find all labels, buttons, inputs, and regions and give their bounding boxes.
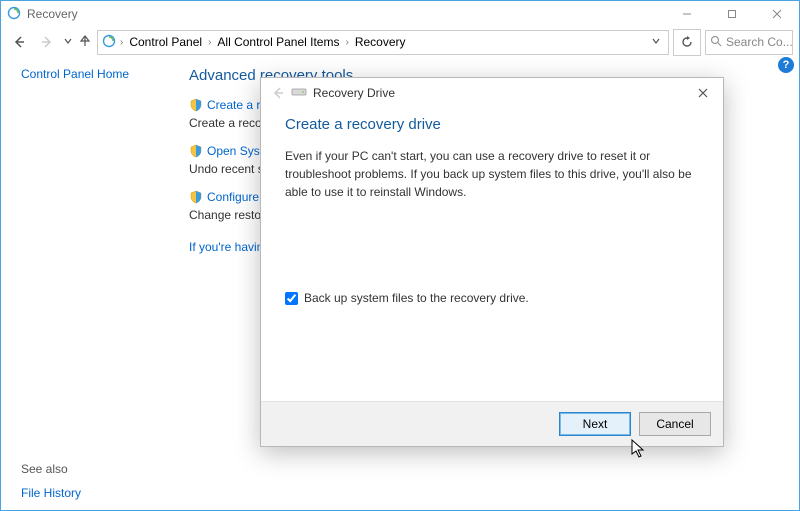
recent-dropdown[interactable]	[63, 35, 73, 49]
window-frame: Recovery	[0, 0, 800, 511]
address-dropdown[interactable]	[648, 37, 664, 48]
breadcrumb[interactable]: All Control Panel Items	[215, 35, 341, 49]
search-placeholder: Search Co...	[726, 35, 793, 49]
dialog-body: Create a recovery drive Even if your PC …	[261, 108, 723, 401]
dialog-header: Recovery Drive	[261, 78, 723, 108]
back-button[interactable]	[7, 30, 31, 54]
backup-checkbox[interactable]	[285, 292, 298, 305]
chevron-right-icon: ›	[343, 37, 350, 48]
see-also-label: See also	[21, 462, 163, 476]
address-icon	[102, 34, 116, 51]
search-icon	[710, 35, 722, 50]
see-also: See also File History	[21, 462, 163, 500]
app-icon	[7, 6, 21, 23]
cancel-button-label: Cancel	[656, 417, 693, 431]
dialog-footer: Next Cancel	[261, 401, 723, 446]
search-input[interactable]: Search Co...	[705, 30, 793, 55]
close-window-button[interactable]	[754, 1, 799, 27]
drive-icon	[291, 86, 307, 101]
left-pane: Control Panel Home See also File History	[1, 57, 169, 510]
cancel-button[interactable]: Cancel	[639, 412, 711, 436]
dialog-back-button[interactable]	[267, 82, 289, 104]
maximize-button[interactable]	[709, 1, 754, 27]
shield-icon	[189, 144, 203, 158]
shield-icon	[189, 190, 203, 204]
address-bar[interactable]: › Control Panel › All Control Panel Item…	[97, 30, 669, 55]
next-button[interactable]: Next	[559, 412, 631, 436]
file-history-link[interactable]: File History	[21, 486, 163, 500]
minimize-button[interactable]	[664, 1, 709, 27]
window-title: Recovery	[27, 7, 78, 21]
chevron-right-icon: ›	[206, 37, 213, 48]
backup-checkbox-label: Back up system files to the recovery dri…	[304, 291, 529, 305]
backup-checkbox-row[interactable]: Back up system files to the recovery dri…	[285, 291, 699, 305]
recovery-drive-dialog: Recovery Drive Create a recovery drive E…	[260, 77, 724, 447]
title-left: Recovery	[7, 6, 78, 23]
forward-button[interactable]	[35, 30, 59, 54]
dialog-heading: Create a recovery drive	[285, 116, 699, 133]
next-button-label: Next	[583, 417, 608, 431]
refresh-button[interactable]	[673, 29, 701, 56]
breadcrumb[interactable]: Control Panel	[127, 35, 204, 49]
control-panel-home-link[interactable]: Control Panel Home	[21, 67, 163, 81]
chevron-right-icon: ›	[118, 37, 125, 48]
breadcrumb[interactable]: Recovery	[353, 35, 408, 49]
up-button[interactable]	[77, 33, 93, 52]
dialog-text: Even if your PC can't start, you can use…	[285, 147, 695, 201]
shield-icon	[189, 98, 203, 112]
nav-bar: › Control Panel › All Control Panel Item…	[1, 27, 799, 57]
title-bar: Recovery	[1, 1, 799, 27]
window-controls	[664, 1, 799, 27]
dialog-close-button[interactable]	[689, 82, 717, 104]
dialog-title: Recovery Drive	[313, 86, 395, 100]
